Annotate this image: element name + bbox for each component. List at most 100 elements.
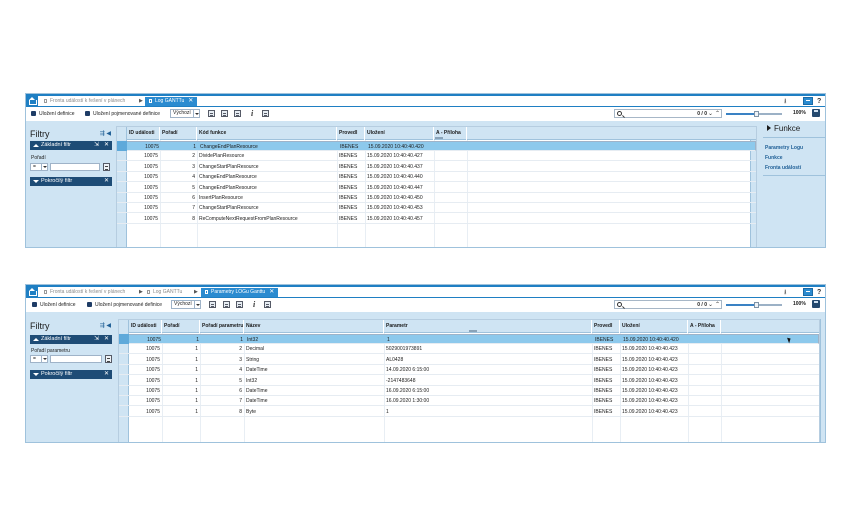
table-cell: 10075 bbox=[146, 377, 160, 384]
home-icon[interactable] bbox=[26, 96, 38, 107]
table-row[interactable]: 10075 4 ChangeEndPlanResource IBENES 15.09.2… bbox=[117, 172, 756, 183]
filter-apply-icon[interactable] bbox=[105, 355, 112, 363]
close-icon[interactable]: ✕ bbox=[104, 335, 109, 344]
column-header[interactable]: A - Příloha bbox=[689, 320, 721, 333]
table-row[interactable]: 10075 1 3 String AL0428 IBENES 15.09.2020 10:4… bbox=[119, 355, 819, 365]
function-link-fronta-udalosti[interactable]: Fronta událostí bbox=[765, 165, 801, 171]
info-icon[interactable]: i bbox=[253, 300, 255, 309]
basic-filter-header[interactable]: Základní filtr ⇲ ✕ bbox=[30, 141, 112, 150]
column-header[interactable]: Název bbox=[245, 320, 384, 333]
zoom-slider[interactable] bbox=[726, 302, 782, 308]
search-input[interactable]: 0 / 0 ⌄ ⌃ bbox=[614, 109, 722, 118]
table-row[interactable]: 10075 1 7 DateTime 16.09.2020 1:30:00 IBENES 1… bbox=[119, 396, 819, 407]
monitor-icon[interactable] bbox=[803, 97, 813, 105]
tab-parametry-logu[interactable]: Parametry LOGu Ganttu ✕ bbox=[201, 288, 279, 297]
close-icon[interactable]: ✕ bbox=[104, 370, 109, 379]
monitor-icon[interactable] bbox=[803, 288, 813, 296]
functions-title[interactable]: Funkce bbox=[767, 124, 800, 133]
column-header[interactable]: Provedl bbox=[338, 127, 365, 140]
filter-operator-select[interactable]: = bbox=[30, 163, 48, 171]
definition-select[interactable]: Výchozí bbox=[171, 300, 201, 309]
table-row[interactable]: 10075 2 DividePlanResource IBENES 15.09.2020… bbox=[117, 151, 756, 162]
pin-icon[interactable]: ⇲ bbox=[94, 141, 99, 150]
function-link-parametry-logu[interactable]: Parametry Logu bbox=[765, 145, 803, 151]
refresh-icon[interactable] bbox=[234, 110, 241, 117]
filter-operator-select[interactable]: = bbox=[30, 355, 48, 363]
table-cell: DateTime bbox=[246, 388, 268, 394]
info-icon[interactable]: i bbox=[251, 109, 253, 118]
column-header[interactable]: Parametr bbox=[385, 320, 592, 333]
refresh-icon[interactable] bbox=[236, 301, 243, 308]
table-row[interactable]: 10075 1 ChangeEndPlanResource IBENES 15.09.2… bbox=[117, 141, 756, 151]
table-row[interactable]: 10075 1 6 DateTime 16.09.2020 6:15:00 IBENES 1… bbox=[119, 386, 819, 396]
table-cell bbox=[689, 355, 721, 365]
grid-settings-icon[interactable] bbox=[209, 301, 216, 308]
column-header[interactable]: Provedl bbox=[593, 320, 620, 333]
zoom-slider[interactable] bbox=[726, 111, 782, 117]
export-icon[interactable] bbox=[223, 301, 230, 308]
column-header[interactable]: Pořadí parametru bbox=[201, 320, 244, 333]
table-row[interactable]: 10075 1 8 Byte 1 IBENES 15.09.2020 10:40:40.42… bbox=[119, 407, 819, 417]
home-icon[interactable] bbox=[26, 287, 38, 298]
close-icon[interactable]: ✕ bbox=[104, 141, 109, 150]
column-header[interactable]: ID události bbox=[128, 127, 160, 140]
column-header[interactable]: Kód funkce bbox=[198, 127, 337, 140]
tab-log-ganttu[interactable]: Log GANTTu bbox=[147, 288, 182, 297]
function-link-funkce[interactable]: Funkce bbox=[765, 155, 783, 161]
floppy-icon[interactable] bbox=[812, 109, 820, 117]
filter-apply-icon[interactable] bbox=[103, 163, 110, 171]
chevron-down-icon[interactable]: ⌄ bbox=[708, 110, 713, 117]
table-row[interactable]: 10075 3 ChangeStartPlanResource IBENES 15.09… bbox=[117, 162, 756, 172]
table-row[interactable]: 10075 8 ReComputeNextRequestFromPlanResour… bbox=[117, 214, 756, 224]
table-row[interactable]: 10075 1 4 DateTime 14.09.2020 6:15:00 IBENES 1… bbox=[119, 365, 819, 376]
download-icon[interactable]: ⭳ bbox=[784, 97, 786, 106]
table-row[interactable]: 10075 1 1 Int32 1 IBENES 15.09.2020 10:40:40.4… bbox=[119, 334, 819, 344]
column-header[interactable]: Uložení bbox=[366, 127, 434, 140]
chevron-down-icon[interactable]: ⌄ bbox=[708, 301, 713, 308]
save-named-definition-button[interactable]: Uložení pojmenované definice bbox=[87, 301, 162, 309]
save-definition-button[interactable]: Uložení definice bbox=[32, 301, 76, 309]
pin-icon[interactable]: ⇲ bbox=[94, 335, 99, 344]
close-tab-icon[interactable]: ✕ bbox=[269, 289, 274, 295]
filter-value-input[interactable] bbox=[50, 163, 100, 171]
column-header[interactable]: ID události bbox=[130, 320, 162, 333]
table-row[interactable]: 10075 7 ChangeStartPlanResource IBENES 15.09… bbox=[117, 203, 756, 214]
help-icon[interactable]: ? bbox=[817, 288, 821, 297]
tab-fronta-udalosti[interactable]: Fronta událostí k řešení v plánech bbox=[44, 288, 125, 297]
table-cell bbox=[435, 151, 467, 161]
vertical-scrollbar[interactable] bbox=[820, 319, 825, 442]
definition-select[interactable]: Výchozí bbox=[170, 109, 200, 118]
zoom-slider-handle[interactable] bbox=[753, 111, 759, 117]
column-header[interactable]: Pořadí bbox=[163, 320, 200, 333]
zoom-slider-handle[interactable] bbox=[753, 302, 759, 308]
table-icon[interactable] bbox=[262, 110, 269, 117]
save-named-definition-button[interactable]: Uložení pojmenované definice bbox=[85, 110, 160, 118]
table-row[interactable]: 10075 1 2 Decimal 5029001973891 IBENES 15.09.2… bbox=[119, 344, 819, 355]
close-icon[interactable]: ✕ bbox=[104, 177, 109, 186]
download-icon[interactable]: ⭳ bbox=[784, 288, 786, 297]
advanced-filter-header[interactable]: Pokročilý filtr ✕ bbox=[30, 177, 112, 186]
export-icon[interactable] bbox=[221, 110, 228, 117]
table-row[interactable]: 10075 1 5 Int32 -2147483648 IBENES 15.09.2020 … bbox=[119, 376, 819, 386]
chevron-up-icon[interactable]: ⌃ bbox=[715, 301, 720, 308]
save-definition-button[interactable]: Uložení definice bbox=[31, 110, 75, 118]
floppy-icon[interactable] bbox=[812, 300, 820, 308]
table-row[interactable]: 10075 5 ChangeEndPlanResource IBENES 15.09.2… bbox=[117, 183, 756, 193]
filter-toolbar-icons[interactable]: ⇶ ◀ bbox=[100, 322, 111, 329]
filter-value-input[interactable] bbox=[50, 355, 102, 363]
column-header[interactable]: Pořadí bbox=[161, 127, 197, 140]
grid-settings-icon[interactable] bbox=[208, 110, 215, 117]
basic-filter-header[interactable]: Základní filtr ⇲ ✕ bbox=[30, 335, 112, 344]
close-tab-icon[interactable]: ✕ bbox=[188, 98, 193, 104]
chevron-up-icon[interactable]: ⌃ bbox=[715, 110, 720, 117]
search-input[interactable]: 0 / 0 ⌄ ⌃ bbox=[614, 300, 722, 309]
table-icon[interactable] bbox=[264, 301, 271, 308]
tab-log-ganttu[interactable]: Log GANTTu ✕ bbox=[145, 97, 198, 106]
advanced-filter-header[interactable]: Pokročilý filtr ✕ bbox=[30, 370, 112, 379]
filter-toolbar-icons[interactable]: ⇶ ◀ bbox=[100, 130, 111, 137]
column-header[interactable]: Uložení bbox=[621, 320, 688, 333]
table-row[interactable]: 10075 6 InsertPlanResource IBENES 15.09.2020… bbox=[117, 193, 756, 203]
tab-fronta-udalosti[interactable]: Fronta událostí k řešení v plánech bbox=[44, 97, 125, 106]
help-icon[interactable]: ? bbox=[817, 97, 821, 106]
table-cell: 10075 bbox=[144, 163, 158, 170]
